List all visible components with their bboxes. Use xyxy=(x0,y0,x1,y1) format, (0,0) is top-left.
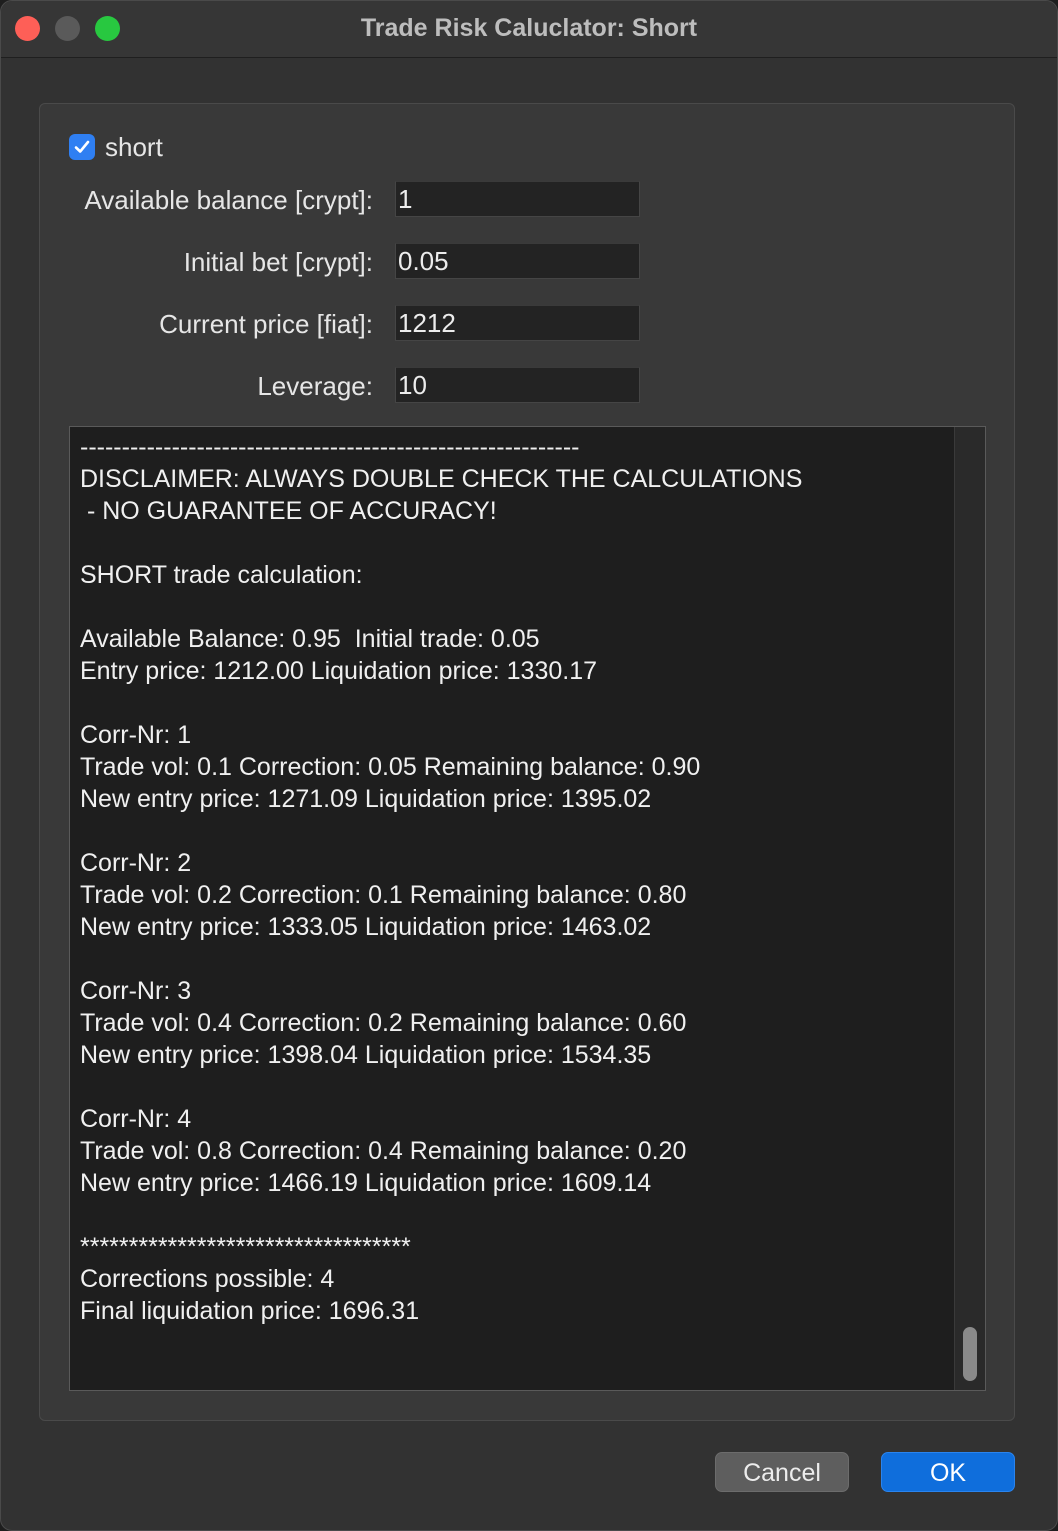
checkmark-icon xyxy=(74,140,90,153)
available-balance-label: Available balance [crypt]: xyxy=(84,185,373,215)
title-bar[interactable]: Trade Risk Caluclator: Short xyxy=(1,1,1057,58)
window-title: Trade Risk Caluclator: Short xyxy=(360,14,698,42)
leverage-input[interactable] xyxy=(395,367,640,403)
cancel-button[interactable]: Cancel xyxy=(715,1452,849,1492)
dialog-window: Trade Risk Caluclator: Short short Avail… xyxy=(0,0,1058,1531)
output-scroll-thumb[interactable] xyxy=(963,1327,977,1381)
current-price-label: Current price [fiat]: xyxy=(159,309,373,339)
calculation-output-area[interactable]: ----------------------------------------… xyxy=(69,426,986,1391)
current-price-input[interactable] xyxy=(395,305,640,341)
short-checkbox[interactable] xyxy=(69,134,95,160)
short-checkbox-row[interactable]: short xyxy=(69,131,163,163)
output-scrollbar[interactable] xyxy=(954,427,985,1390)
short-checkbox-label[interactable]: short xyxy=(105,132,163,163)
calculation-output-text: ----------------------------------------… xyxy=(80,433,803,1325)
leverage-label: Leverage: xyxy=(257,371,373,401)
ok-button[interactable]: OK xyxy=(881,1452,1015,1492)
initial-bet-label: Initial bet [crypt]: xyxy=(183,247,373,277)
initial-bet-input[interactable] xyxy=(395,243,640,279)
available-balance-input[interactable] xyxy=(395,181,640,217)
